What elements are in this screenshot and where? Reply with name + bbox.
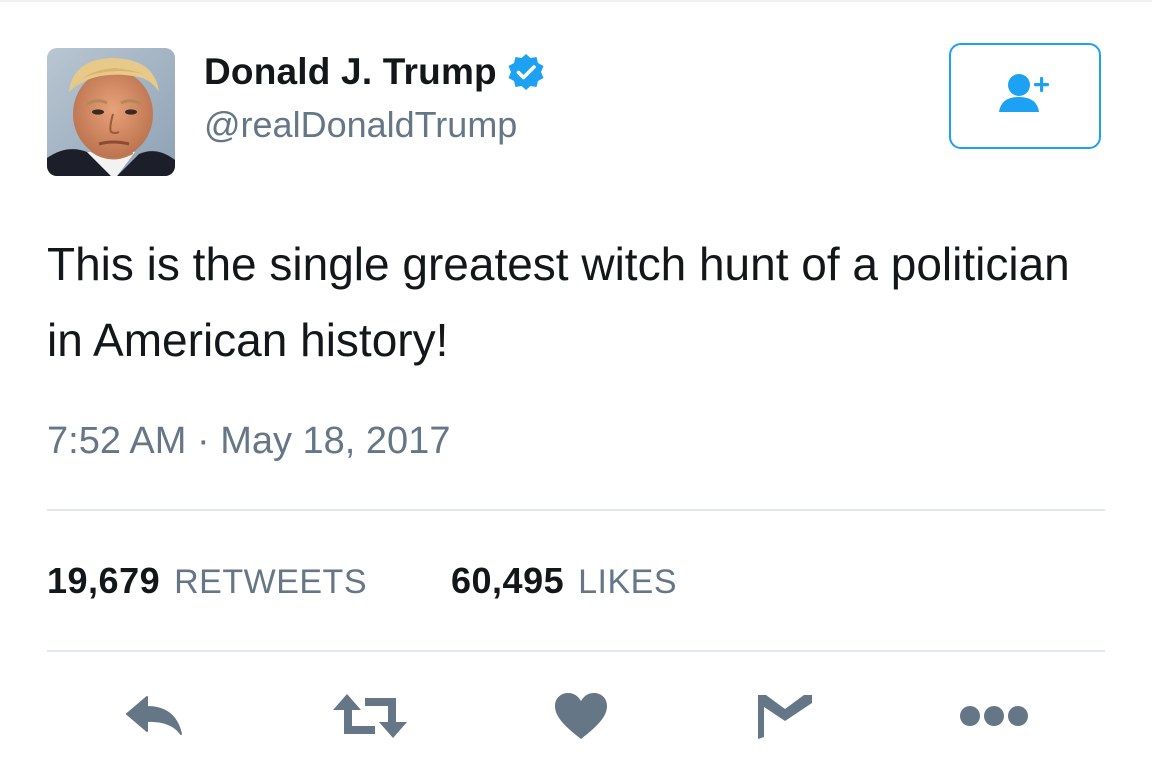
retweet-button[interactable] xyxy=(330,686,410,746)
tweet-text: This is the single greatest witch hunt o… xyxy=(47,238,1070,366)
add-user-icon xyxy=(997,72,1053,121)
author-display-name[interactable]: Donald J. Trump xyxy=(204,51,497,93)
tweet-stats: 19,679 RETWEETS 60,495 LIKES xyxy=(47,560,677,602)
likes-stat[interactable]: 60,495 LIKES xyxy=(451,560,677,602)
author-name-row: Donald J. Trump xyxy=(204,50,546,94)
envelope-icon xyxy=(758,695,812,739)
more-button[interactable] xyxy=(958,686,1030,746)
follow-button[interactable] xyxy=(949,43,1101,149)
tweet-timestamp[interactable]: 7:52 AM · May 18, 2017 xyxy=(47,420,450,463)
divider xyxy=(47,650,1105,652)
more-dots-icon xyxy=(960,706,1028,726)
likes-label: LIKES xyxy=(578,563,678,601)
heart-icon xyxy=(555,693,607,739)
retweets-stat[interactable]: 19,679 RETWEETS xyxy=(47,560,367,602)
reply-icon xyxy=(126,696,182,735)
divider xyxy=(47,509,1105,511)
top-border xyxy=(0,0,1152,2)
likes-count: 60,495 xyxy=(451,560,565,601)
direct-message-button[interactable] xyxy=(754,686,816,746)
avatar[interactable] xyxy=(47,48,175,176)
reply-button[interactable] xyxy=(122,686,186,746)
profile-photo xyxy=(47,48,175,176)
retweet-icon xyxy=(333,694,407,738)
author-handle[interactable]: @realDonaldTrump xyxy=(204,104,517,146)
like-button[interactable] xyxy=(548,686,614,746)
retweets-label: RETWEETS xyxy=(174,563,368,601)
retweets-count: 19,679 xyxy=(47,560,161,601)
verified-badge-icon xyxy=(506,52,546,92)
